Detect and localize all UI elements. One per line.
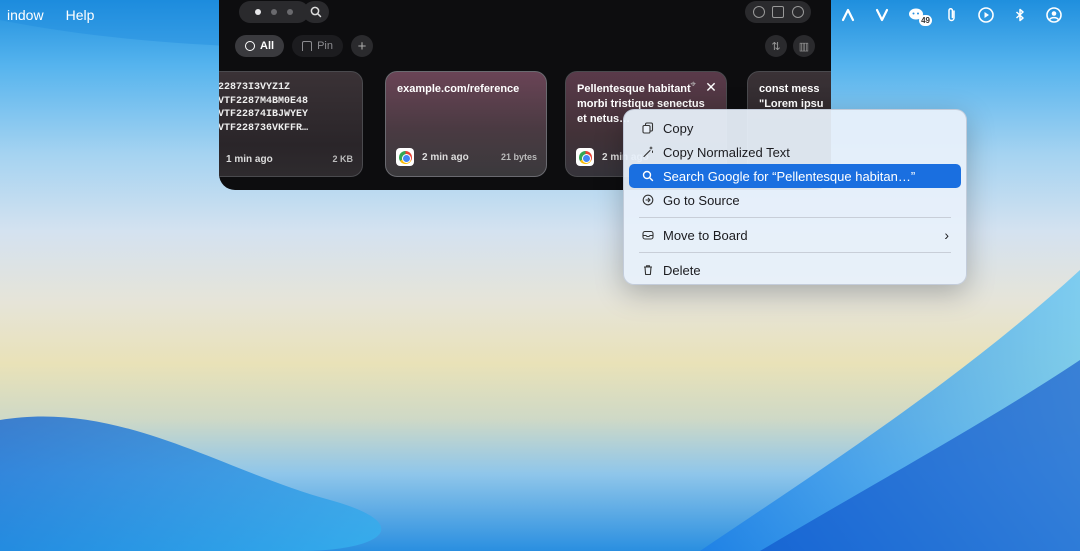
context-menu: Copy Copy Normalized Text Search Google … — [623, 109, 967, 285]
v-icon[interactable] — [872, 5, 892, 25]
bluetooth-icon[interactable] — [1010, 5, 1030, 25]
filter-pin-chip[interactable]: Pin — [292, 35, 343, 57]
trash-icon — [641, 264, 655, 276]
clip-card-text: 22873I3VYZ1Z VTF2287M4BM0E48 VTF22874IBJ… — [219, 82, 309, 134]
trash-icon[interactable]: ▥ — [793, 35, 815, 57]
chrome-icon — [396, 148, 414, 166]
search-icon — [310, 6, 322, 18]
clip-card[interactable]: 22873I3VYZ1Z VTF2287M4BM0E48 VTF22874IBJ… — [219, 71, 363, 177]
settings-icon[interactable] — [791, 6, 804, 18]
paperclip-icon[interactable] — [942, 5, 962, 25]
clip-card-text: example.com/reference — [397, 83, 520, 95]
menu-item-copy-normalized[interactable]: Copy Normalized Text — [629, 140, 961, 164]
play-icon[interactable] — [976, 5, 996, 25]
add-filter-button[interactable]: + — [350, 35, 373, 57]
menu-separator — [639, 252, 951, 253]
menu-item-move-to-board[interactable]: Move to Board › — [629, 223, 961, 247]
page-indicator[interactable] — [239, 1, 309, 23]
filter-bar: All Pin + — [235, 35, 373, 57]
search-button[interactable] — [303, 1, 329, 23]
menu-item-copy[interactable]: Copy — [629, 116, 961, 140]
filter-all-label: All — [260, 40, 275, 52]
pin-icon[interactable]: ⌖ — [690, 79, 696, 90]
menu-item-label: Go to Source — [663, 192, 740, 208]
filter-all-chip[interactable]: All — [235, 35, 285, 57]
menu-item-label: Search Google for “Pellentesque habitan…… — [663, 168, 916, 184]
menu-help[interactable]: Help — [66, 7, 95, 23]
clip-card-time: 1 min ago — [226, 153, 273, 165]
search-icon — [641, 170, 655, 182]
source-icon — [641, 194, 655, 206]
chevron-right-icon: › — [944, 227, 949, 243]
wand-icon — [641, 146, 655, 158]
menu-item-delete[interactable]: Delete — [629, 258, 961, 282]
chrome-icon — [576, 148, 594, 166]
menu-item-label: Delete — [663, 262, 701, 278]
panel-toolbar — [745, 1, 811, 23]
wechat-icon[interactable]: 49 — [906, 5, 932, 26]
clip-card[interactable]: example.com/reference 2 min ago 21 bytes — [385, 71, 547, 177]
menu-item-search-google[interactable]: Search Google for “Pellentesque habitan…… — [629, 164, 961, 188]
arrow-a-icon[interactable] — [838, 5, 858, 25]
clip-card-size: 2 KB — [332, 154, 353, 164]
user-icon[interactable] — [1044, 5, 1064, 25]
sort-icon[interactable]: ⇅ — [765, 35, 787, 57]
page-dot-active[interactable] — [255, 9, 261, 15]
wechat-badge: 49 — [919, 15, 932, 26]
clip-card-size: 21 bytes — [500, 152, 537, 162]
copy-icon — [641, 122, 655, 134]
board-icon — [641, 229, 655, 241]
close-icon[interactable]: ✕ — [703, 79, 719, 95]
menu-item-label: Copy — [663, 120, 694, 136]
menu-separator — [639, 217, 951, 218]
clip-card-text: const mess "Lorem ipsu — [759, 83, 824, 110]
menu-item-label: Copy Normalized Text — [663, 144, 790, 160]
sort-tools: ⇅ ▥ — [765, 35, 815, 57]
page-dot[interactable] — [271, 9, 277, 15]
filter-pin-label: Pin — [317, 40, 333, 52]
clock-icon — [245, 41, 255, 51]
menu-item-label: Move to Board — [663, 227, 748, 243]
info-icon[interactable] — [752, 6, 765, 18]
page-dot[interactable] — [287, 9, 293, 15]
clip-card-time: 2 min ago — [422, 151, 469, 163]
menu-window[interactable]: indow — [7, 7, 44, 23]
menu-item-go-to-source[interactable]: Go to Source — [629, 188, 961, 212]
pin-icon — [302, 41, 313, 51]
pip-icon[interactable] — [772, 6, 784, 18]
